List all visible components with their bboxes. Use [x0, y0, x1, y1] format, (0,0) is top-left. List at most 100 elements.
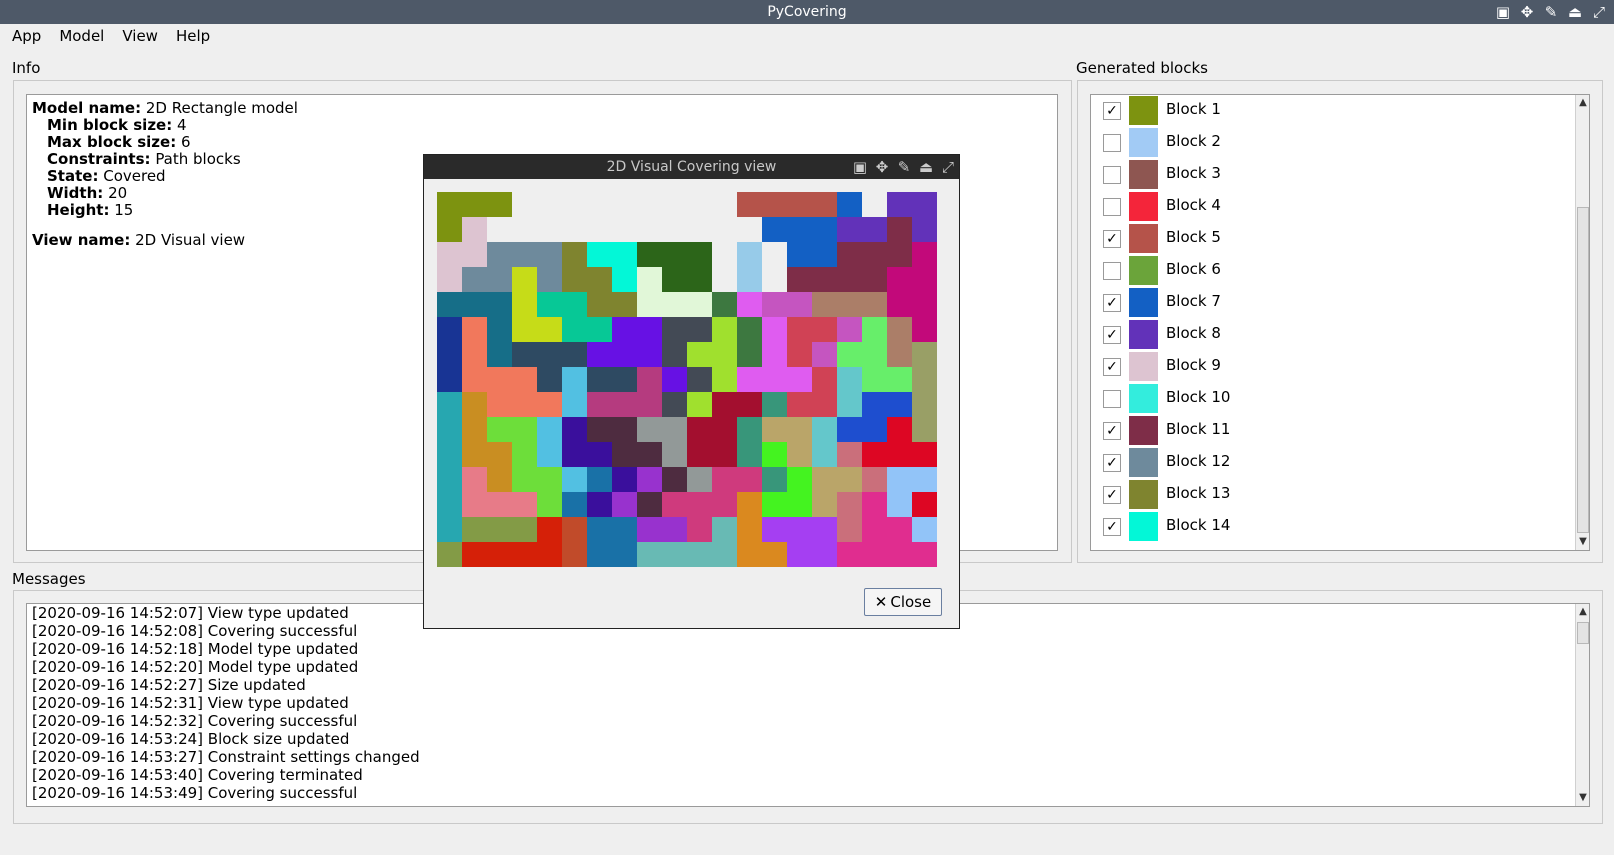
grid-cell — [787, 217, 812, 242]
grid-cell — [712, 417, 737, 442]
blocks-scrollbar[interactable]: ▲ ▼ — [1575, 95, 1589, 550]
grid-cell — [687, 492, 712, 517]
block-checkbox[interactable]: ✓ — [1103, 358, 1121, 376]
block-checkbox[interactable]: ✓ — [1103, 422, 1121, 440]
grid-cell — [687, 242, 712, 267]
grid-cell — [537, 292, 562, 317]
grid-cell — [837, 292, 862, 317]
close-button[interactable]: ✕ Close — [864, 588, 942, 616]
grid-cell — [787, 417, 812, 442]
menubar: App Model View Help — [0, 24, 1614, 48]
block-item[interactable]: ✓ Block 9 — [1091, 351, 1561, 382]
dialog-maximize-icon[interactable]: ⤢ — [939, 158, 957, 176]
scroll-down-icon[interactable]: ▼ — [1576, 790, 1589, 806]
block-checkbox[interactable]: ✓ — [1103, 294, 1121, 312]
grid-cell — [537, 517, 562, 542]
grid-cell — [587, 542, 612, 567]
scroll-up-icon[interactable]: ▲ — [1576, 95, 1589, 111]
grid-cell — [662, 242, 687, 267]
grid-cell — [512, 442, 537, 467]
block-item[interactable]: ✓ Block 8 — [1091, 319, 1561, 350]
block-item[interactable]: ✓ Block 13 — [1091, 479, 1561, 510]
block-item[interactable]: ✓ Block 11 — [1091, 415, 1561, 446]
block-label: Block 14 — [1166, 516, 1231, 534]
block-checkbox[interactable]: ✓ — [1103, 230, 1121, 248]
block-checkbox[interactable] — [1103, 262, 1121, 280]
grid-cell — [612, 267, 637, 292]
window-pin-icon[interactable]: ✎ — [1542, 3, 1560, 21]
grid-cell — [762, 317, 787, 342]
dialog-move-icon[interactable]: ✥ — [873, 158, 891, 176]
grid-cell — [437, 392, 462, 417]
menu-model[interactable]: Model — [47, 24, 110, 48]
menu-help[interactable]: Help — [164, 24, 216, 48]
grid-cell — [487, 542, 512, 567]
grid-cell — [537, 392, 562, 417]
block-item[interactable]: ✓ Block 14 — [1091, 511, 1561, 542]
grid-cell — [687, 467, 712, 492]
grid-cell — [562, 342, 587, 367]
dialog-keep-below-icon[interactable]: ▣ — [851, 158, 869, 176]
block-checkbox[interactable]: ✓ — [1103, 454, 1121, 472]
block-item[interactable]: Block 3 — [1091, 159, 1561, 190]
grid-cell — [612, 467, 637, 492]
messages-scrollbar[interactable]: ▲ ▼ — [1575, 604, 1589, 806]
window-shade-icon[interactable]: ⏏ — [1566, 3, 1584, 21]
grid-cell — [837, 417, 862, 442]
block-checkbox[interactable]: ✓ — [1103, 102, 1121, 120]
block-checkbox[interactable]: ✓ — [1103, 486, 1121, 504]
grid-cell — [737, 417, 762, 442]
block-item[interactable]: Block 10 — [1091, 383, 1561, 414]
grid-cell — [737, 442, 762, 467]
scroll-up-icon[interactable]: ▲ — [1576, 604, 1589, 620]
grid-cell — [562, 367, 587, 392]
menu-view[interactable]: View — [110, 24, 164, 48]
window-maximize-icon[interactable]: ⤢ — [1590, 3, 1608, 21]
grid-cell — [562, 292, 587, 317]
block-label: Block 13 — [1166, 484, 1231, 502]
block-item[interactable]: ✓ Block 12 — [1091, 447, 1561, 478]
blocks-scroll-thumb[interactable] — [1577, 207, 1589, 533]
grid-cell — [887, 217, 912, 242]
dialog-shade-icon[interactable]: ⏏ — [917, 158, 935, 176]
grid-cell — [612, 392, 637, 417]
block-checkbox[interactable]: ✓ — [1103, 518, 1121, 536]
grid-cell — [537, 542, 562, 567]
grid-cell — [762, 192, 787, 217]
dialog-pin-icon[interactable]: ✎ — [895, 158, 913, 176]
grid-cell — [512, 467, 537, 492]
grid-cell — [912, 417, 937, 442]
grid-cell — [662, 417, 687, 442]
grid-cell — [487, 192, 512, 217]
grid-cell — [462, 392, 487, 417]
grid-cell — [462, 467, 487, 492]
messages-scroll-thumb[interactable] — [1577, 622, 1589, 644]
menu-app[interactable]: App — [0, 24, 47, 48]
block-checkbox[interactable]: ✓ — [1103, 326, 1121, 344]
block-checkbox[interactable] — [1103, 390, 1121, 408]
grid-cell — [612, 492, 637, 517]
block-item[interactable]: Block 4 — [1091, 191, 1561, 222]
grid-cell — [637, 317, 662, 342]
grid-cell — [487, 492, 512, 517]
grid-cell — [637, 542, 662, 567]
scroll-down-icon[interactable]: ▼ — [1576, 534, 1589, 550]
grid-cell — [762, 517, 787, 542]
grid-cell — [687, 542, 712, 567]
block-checkbox[interactable] — [1103, 166, 1121, 184]
block-checkbox[interactable] — [1103, 134, 1121, 152]
grid-cell — [787, 292, 812, 317]
block-color-swatch — [1129, 96, 1158, 125]
block-item[interactable]: ✓ Block 5 — [1091, 223, 1561, 254]
grid-cell — [462, 492, 487, 517]
window-keep-below-icon[interactable]: ▣ — [1494, 3, 1512, 21]
block-item[interactable]: ✓ Block 7 — [1091, 287, 1561, 318]
window-move-icon[interactable]: ✥ — [1518, 3, 1536, 21]
block-item[interactable]: Block 2 — [1091, 127, 1561, 158]
block-checkbox[interactable] — [1103, 198, 1121, 216]
block-item[interactable]: ✓ Block 1 — [1091, 95, 1561, 126]
messages-log[interactable]: [2020-09-16 14:52:07] View type updated[… — [26, 603, 1590, 807]
grid-cell — [587, 467, 612, 492]
grid-cell — [637, 442, 662, 467]
block-item[interactable]: Block 6 — [1091, 255, 1561, 286]
